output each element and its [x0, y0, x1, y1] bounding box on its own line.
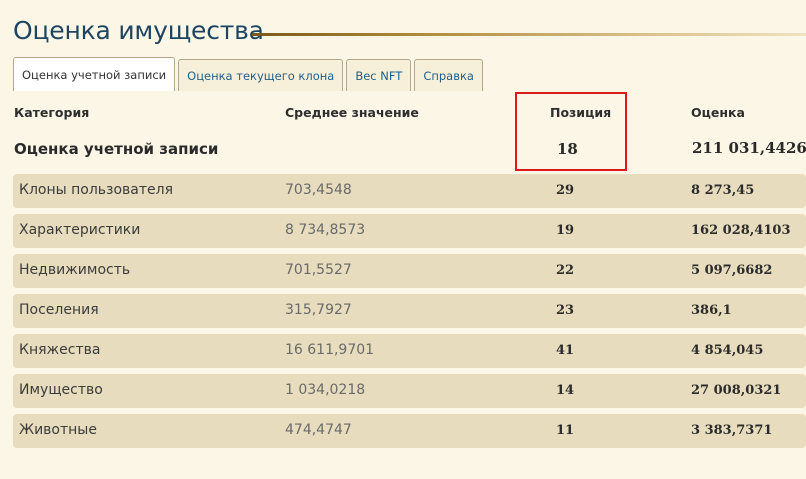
table-row: Княжества 16 611,9701 41 4 854,045	[13, 334, 806, 368]
row-position: 11	[556, 423, 575, 438]
row-category: Поселения	[19, 302, 99, 318]
tab-help[interactable]: Справка	[414, 59, 483, 91]
row-category: Княжества	[19, 342, 101, 358]
row-score: 8 273,45	[691, 183, 755, 198]
header-position: Позиция	[550, 105, 612, 120]
row-score: 27 008,0321	[691, 383, 782, 398]
row-average: 703,4548	[285, 182, 352, 198]
header-average: Среднее значение	[285, 105, 419, 120]
row-position: 23	[556, 303, 575, 318]
row-position: 22	[556, 263, 575, 278]
row-average: 474,4747	[285, 422, 352, 438]
summary-category: Оценка учетной записи	[14, 140, 219, 158]
header-category: Категория	[14, 105, 90, 120]
row-score: 3 383,7371	[691, 423, 773, 438]
row-score: 162 028,4103	[691, 223, 791, 238]
table-row: Недвижимость 701,5527 22 5 097,6682	[13, 254, 806, 288]
title-divider	[252, 33, 806, 36]
table-header: Категория Среднее значение Позиция Оценк…	[0, 100, 806, 126]
row-score: 386,1	[691, 303, 732, 318]
tab-nft-weight[interactable]: Вес NFT	[346, 59, 412, 91]
table-row: Животные 474,4747 11 3 383,7371	[13, 414, 806, 448]
row-score: 4 854,045	[691, 343, 764, 358]
tab-bar: Оценка учетной записи Оценка текущего кл…	[13, 57, 486, 91]
category-table: Клоны пользователя 703,4548 29 8 273,45 …	[13, 174, 806, 454]
row-average: 8 734,8573	[285, 222, 366, 238]
row-score: 5 097,6682	[691, 263, 773, 278]
summary-position: 18	[557, 140, 578, 158]
row-average: 701,5527	[285, 262, 352, 278]
summary-row: Оценка учетной записи 18 211 031,4426	[0, 134, 806, 166]
page-header: Оценка имущества	[0, 0, 806, 60]
row-position: 19	[556, 223, 575, 238]
row-category: Имущество	[19, 382, 103, 398]
table-row: Клоны пользователя 703,4548 29 8 273,45	[13, 174, 806, 208]
header-score: Оценка	[691, 105, 745, 120]
row-average: 315,7927	[285, 302, 352, 318]
row-category: Характеристики	[19, 222, 141, 238]
row-category: Клоны пользователя	[19, 182, 174, 198]
row-average: 1 034,0218	[285, 382, 366, 398]
table-row: Характеристики 8 734,8573 19 162 028,410…	[13, 214, 806, 248]
page-title: Оценка имущества	[13, 16, 264, 45]
row-position: 14	[556, 383, 575, 398]
row-average: 16 611,9701	[285, 342, 375, 358]
tab-current-clone-score[interactable]: Оценка текущего клона	[178, 59, 344, 91]
summary-score: 211 031,4426	[692, 139, 806, 157]
row-position: 29	[556, 183, 575, 198]
row-position: 41	[556, 343, 575, 358]
table-row: Поселения 315,7927 23 386,1	[13, 294, 806, 328]
table-row: Имущество 1 034,0218 14 27 008,0321	[13, 374, 806, 408]
row-category: Недвижимость	[19, 262, 131, 278]
row-category: Животные	[19, 422, 97, 438]
tab-account-score[interactable]: Оценка учетной записи	[13, 57, 176, 91]
